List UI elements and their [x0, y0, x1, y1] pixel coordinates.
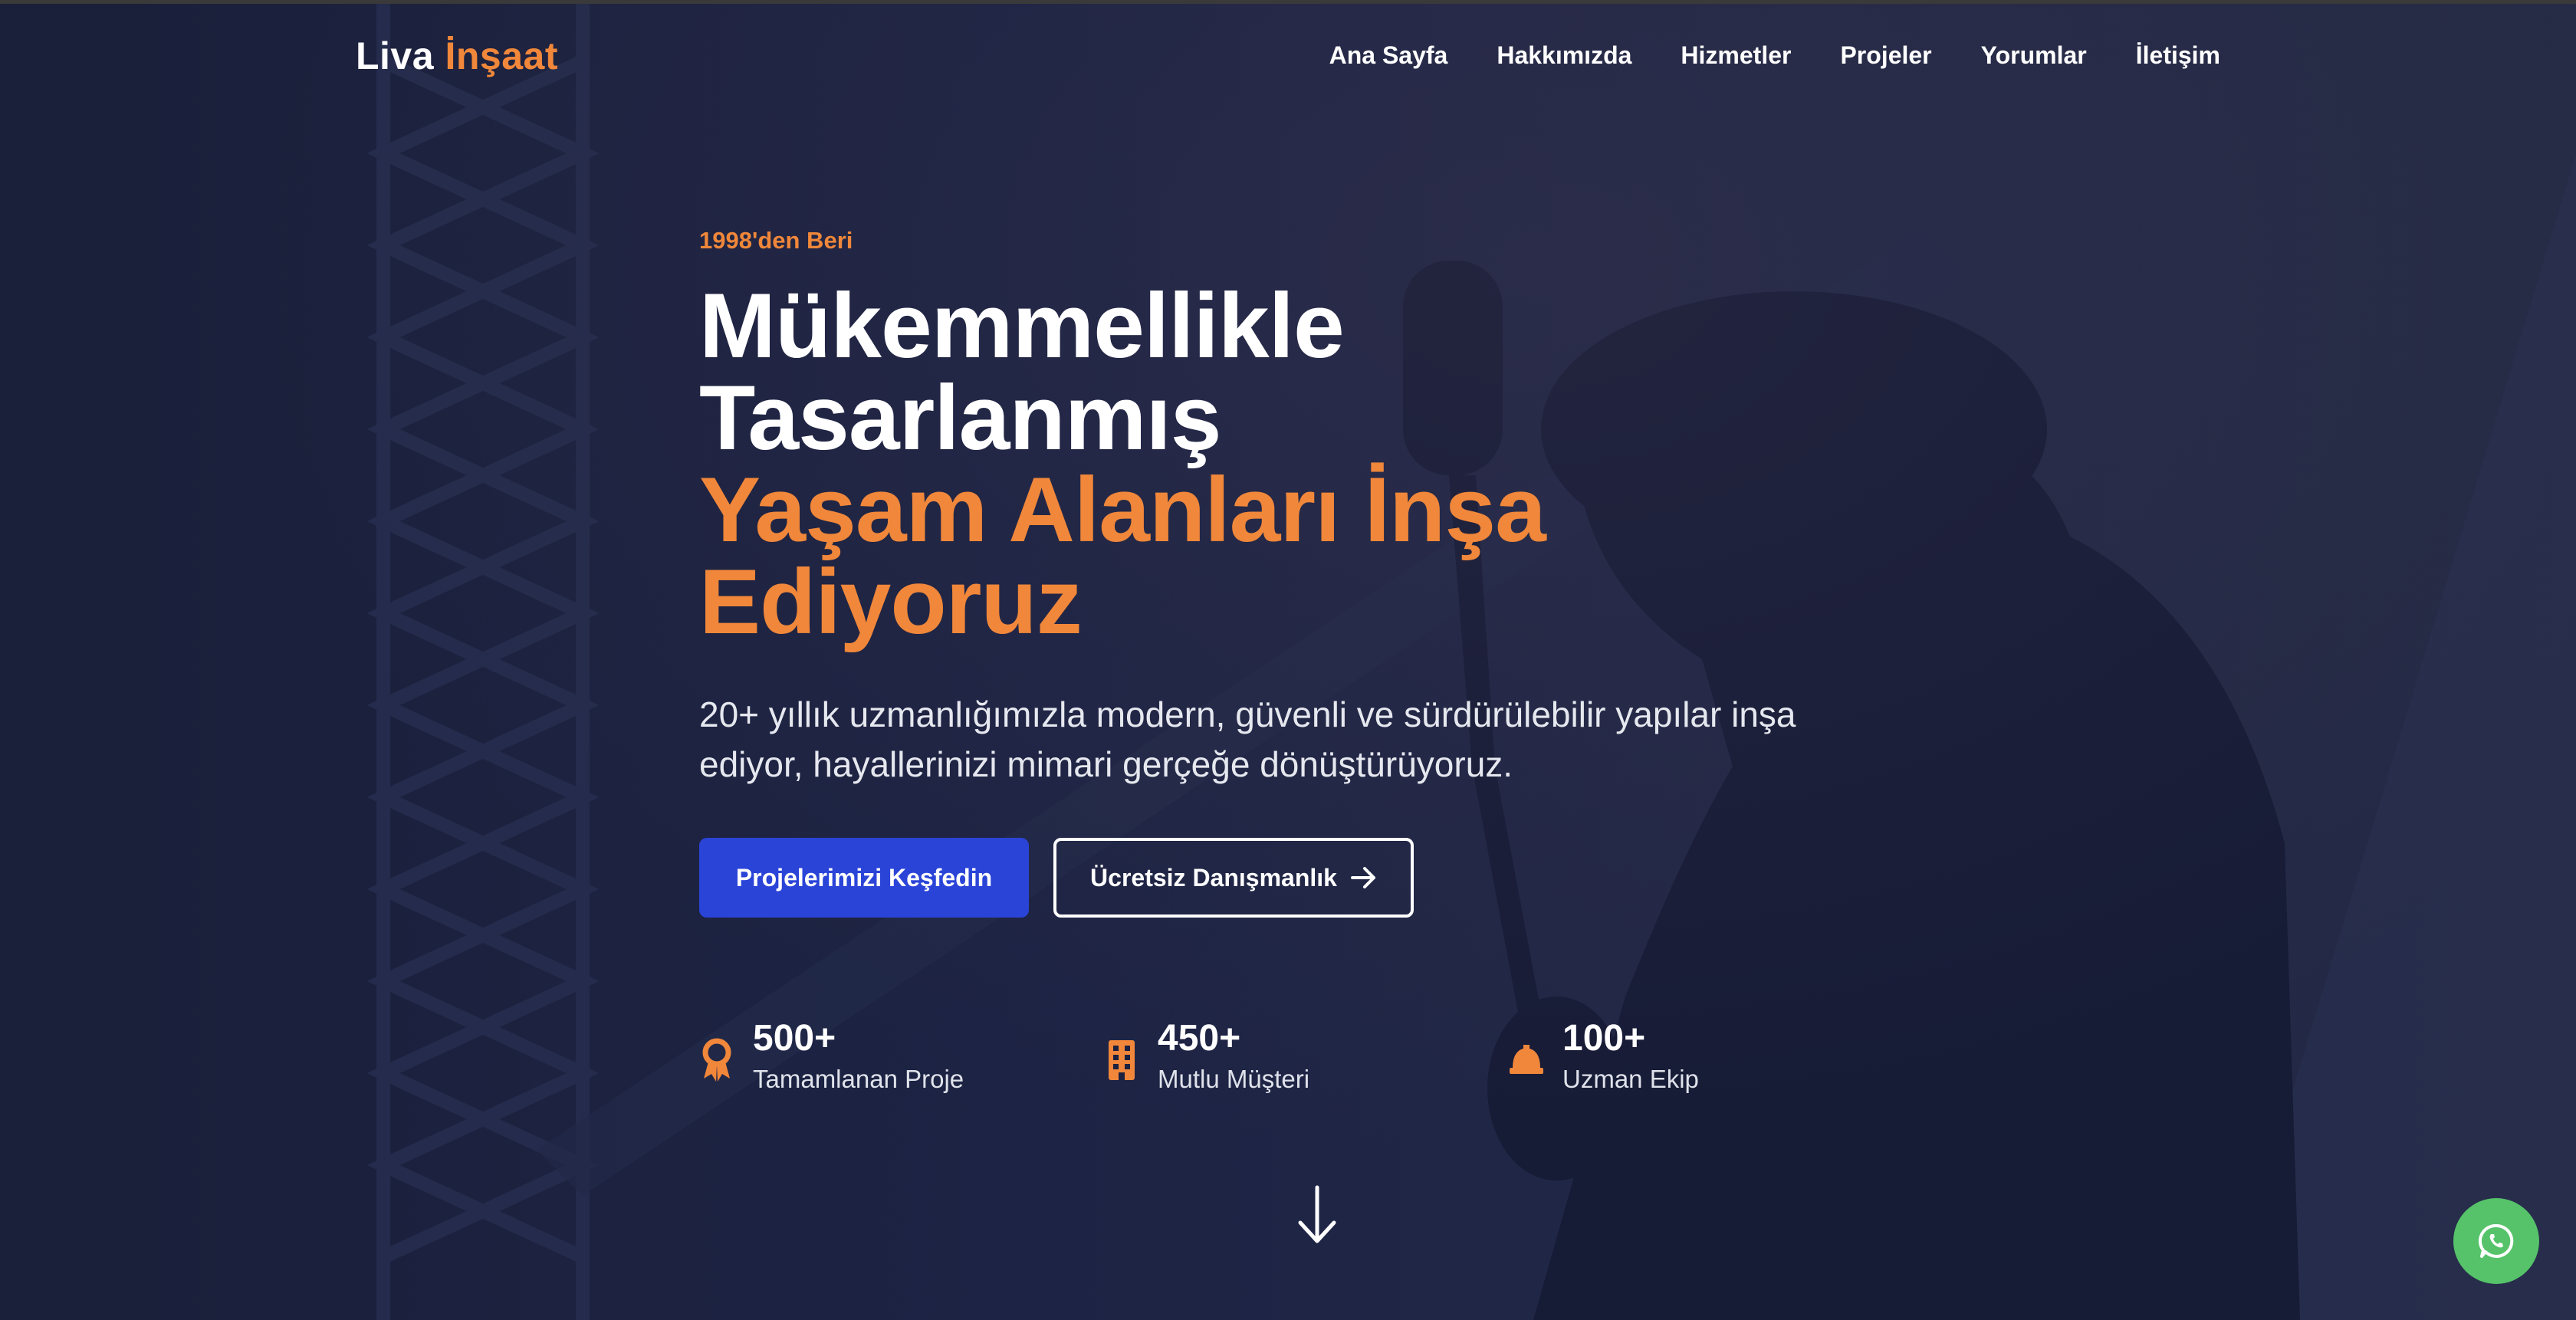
- free-consultation-button[interactable]: Ücretsiz Danışmanlık: [1053, 838, 1414, 918]
- hard-hat-icon: [1510, 1045, 1543, 1074]
- stat-projects-value: 500+: [753, 1018, 836, 1059]
- hero-title-line4: Ediyoruz: [699, 550, 1083, 653]
- arrow-right-icon: [1350, 867, 1375, 888]
- explore-projects-button[interactable]: Projelerimizi Keşfedin: [699, 838, 1029, 918]
- since-tagline: 1998'den Beri: [699, 227, 853, 254]
- hero-subtitle: 20+ yıllık uzmanlığımızla modern, güvenl…: [699, 694, 1796, 784]
- hero-background: [0, 0, 2576, 1320]
- brand-logo[interactable]: Liva İnşaat: [356, 34, 558, 78]
- stat-team: 100+ Uzman Ekip: [1509, 1016, 1699, 1097]
- brand-name-part1: Liva: [356, 34, 435, 77]
- stat-projects: 500+ Tamamlanan Proje: [699, 1016, 1104, 1097]
- hero-title-line3: Yaşam Alanları İnşa: [699, 458, 1546, 561]
- top-navigation: Liva İnşaat Ana Sayfa Hakkımızda Hizmetl…: [0, 0, 2576, 115]
- main-menu: Ana Sayfa Hakkımızda Hizmetler Projeler …: [1329, 41, 2220, 70]
- nav-link-testimonials[interactable]: Yorumlar: [1981, 41, 2087, 70]
- nav-link-home[interactable]: Ana Sayfa: [1329, 41, 1448, 70]
- arrow-down-icon[interactable]: [1296, 1184, 1339, 1246]
- nav-link-projects[interactable]: Projeler: [1840, 41, 1931, 70]
- building-icon: [1109, 1040, 1135, 1080]
- stat-projects-label: Tamamlanan Proje: [753, 1065, 964, 1093]
- hero-title-line2: Tasarlanmış: [699, 366, 1221, 469]
- nav-link-services[interactable]: Hizmetler: [1681, 41, 1791, 70]
- stat-customers: 450+ Mutlu Müşteri: [1104, 1016, 1509, 1097]
- hero-buttons: Projelerimizi Keşfedin Ücretsiz Danışman…: [699, 838, 1414, 918]
- hero-title-line1: Mükemmellikle: [699, 274, 1345, 377]
- award-icon: [702, 1038, 731, 1082]
- stat-customers-value: 450+: [1158, 1018, 1241, 1059]
- brand-name-part2: İnşaat: [445, 34, 558, 77]
- stat-team-value: 100+: [1562, 1018, 1646, 1059]
- nav-link-about[interactable]: Hakkımızda: [1497, 41, 1631, 70]
- hero-title: Mükemmellikle Tasarlanmış Yaşam Alanları…: [699, 280, 1546, 648]
- stat-customers-label: Mutlu Müşteri: [1158, 1065, 1310, 1093]
- whatsapp-chat-button[interactable]: [2453, 1198, 2539, 1284]
- stat-team-label: Uzman Ekip: [1562, 1065, 1699, 1093]
- free-consultation-label: Ücretsiz Danışmanlık: [1090, 863, 1337, 891]
- nav-link-contact[interactable]: İletişim: [2136, 41, 2220, 70]
- whatsapp-icon: [2479, 1223, 2514, 1258]
- stats-row: 500+ Tamamlanan Proje 450+ Mutlu Müşteri: [699, 1016, 1699, 1097]
